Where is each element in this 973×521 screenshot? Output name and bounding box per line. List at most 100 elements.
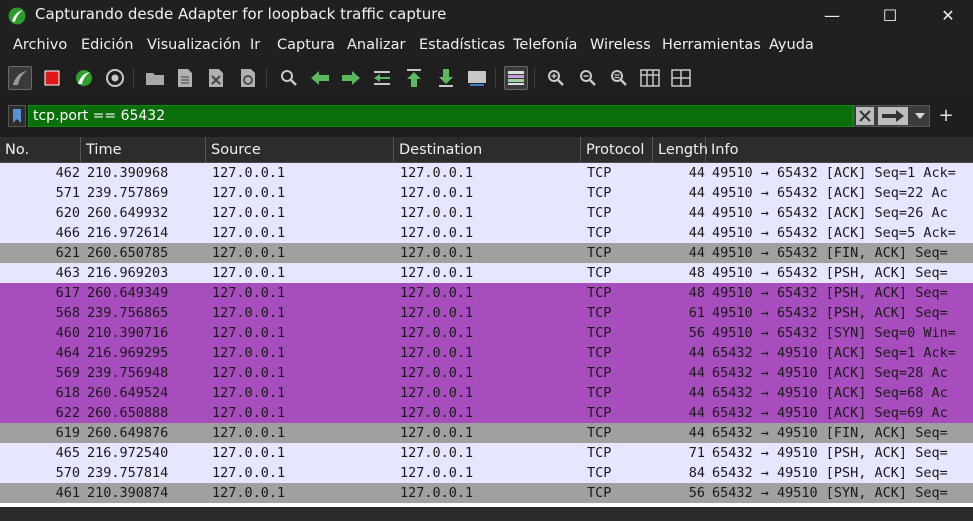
cell-source: 127.0.0.1: [212, 365, 286, 381]
packet-row[interactable]: 570 239.757814 127.0.0.1 127.0.0.1 TCP 84 6543…: [0, 463, 973, 483]
cell-length: 56: [688, 325, 705, 341]
column-header-destination[interactable]: Destination: [394, 137, 581, 162]
menu-ir[interactable]: Ir: [250, 37, 260, 53]
zoom-normal-button[interactable]: [607, 66, 631, 90]
filter-history-dropdown[interactable]: [912, 107, 928, 125]
cell-source: 127.0.0.1: [212, 285, 286, 301]
filter-controls: [853, 105, 930, 127]
menu-captura[interactable]: Captura: [277, 37, 335, 53]
packet-row[interactable]: 466 216.972614 127.0.0.1 127.0.0.1 TCP 44 4951…: [0, 223, 973, 243]
packet-row[interactable]: 569 239.756948 127.0.0.1 127.0.0.1 TCP 44 6543…: [0, 363, 973, 383]
packet-row[interactable]: 460 210.390716 127.0.0.1 127.0.0.1 TCP 56 4951…: [0, 323, 973, 343]
cell-info: 65432 → 49510 [ACK] Seq=1 Ack=: [712, 345, 956, 361]
packet-row[interactable]: 620 260.649932 127.0.0.1 127.0.0.1 TCP 44 4951…: [0, 203, 973, 223]
menu-telefonia[interactable]: Telefonía: [513, 37, 577, 53]
cell-destination: 127.0.0.1: [400, 445, 474, 461]
packet-row[interactable]: 571 239.757869 127.0.0.1 127.0.0.1 TCP 44 4951…: [0, 183, 973, 203]
packet-row[interactable]: 619 260.649876 127.0.0.1 127.0.0.1 TCP 44 6543…: [0, 423, 973, 443]
clear-filter-button[interactable]: [856, 107, 874, 125]
menu-edicion[interactable]: Edición: [81, 37, 133, 53]
cell-no: 464: [55, 345, 80, 361]
packet-row[interactable]: 568 239.756865 127.0.0.1 127.0.0.1 TCP 61 4951…: [0, 303, 973, 323]
add-filter-button[interactable]: +: [938, 105, 954, 127]
save-file-button[interactable]: [173, 66, 197, 90]
menu-analizar[interactable]: Analizar: [347, 37, 406, 53]
resize-columns-button[interactable]: [638, 66, 662, 90]
go-to-packet-button[interactable]: [370, 66, 394, 90]
cell-destination: 127.0.0.1: [400, 425, 474, 441]
cell-info: 49510 → 65432 [ACK] Seq=1 Ack=: [712, 165, 956, 181]
packet-row[interactable]: 617 260.649349 127.0.0.1 127.0.0.1 TCP 48 4951…: [0, 283, 973, 303]
colorize-button[interactable]: [504, 66, 528, 90]
column-header-info[interactable]: Info: [706, 137, 973, 162]
cell-no: 466: [55, 225, 80, 241]
packet-row[interactable]: 462 210.390968 127.0.0.1 127.0.0.1 TCP 44 4951…: [0, 163, 973, 183]
packet-row[interactable]: 464 216.969295 127.0.0.1 127.0.0.1 TCP 44 6543…: [0, 343, 973, 363]
zoom-out-button[interactable]: [576, 66, 600, 90]
open-file-button[interactable]: [143, 66, 167, 90]
cell-protocol: TCP: [587, 205, 612, 221]
bookmark-icon: [13, 109, 21, 123]
bottom-panel-divider[interactable]: [0, 507, 973, 521]
packet-row[interactable]: 622 260.650888 127.0.0.1 127.0.0.1 TCP 44 6543…: [0, 403, 973, 423]
display-filter-input[interactable]: tcp.port == 65432: [28, 105, 853, 127]
packet-row[interactable]: 465 216.972540 127.0.0.1 127.0.0.1 TCP 71 6543…: [0, 443, 973, 463]
column-header-source[interactable]: Source: [206, 137, 394, 162]
cell-info: 65432 → 49510 [SYN, ACK] Seq=: [712, 485, 948, 501]
cell-time: 239.757869: [87, 185, 169, 201]
capture-options-button[interactable]: [103, 66, 127, 90]
packet-row[interactable]: 463 216.969203 127.0.0.1 127.0.0.1 TCP 48 4951…: [0, 263, 973, 283]
menu-herramientas[interactable]: Herramientas: [662, 37, 761, 53]
cell-time: 260.650785: [87, 245, 169, 261]
column-header-time[interactable]: Time: [81, 137, 206, 162]
packet-row[interactable]: 621 260.650785 127.0.0.1 127.0.0.1 TCP 44 4951…: [0, 243, 973, 263]
close-window-button[interactable]: ✕: [925, 0, 971, 30]
zoom-in-icon: [548, 70, 564, 86]
column-header-length[interactable]: Length: [653, 137, 708, 162]
cell-length: 44: [688, 245, 705, 261]
reload-file-button[interactable]: [236, 66, 260, 90]
filter-bookmark-button[interactable]: [8, 105, 26, 127]
cell-no: 569: [55, 365, 80, 381]
cell-destination: 127.0.0.1: [400, 225, 474, 241]
minimize-button[interactable]: —: [809, 0, 855, 30]
menu-archivo[interactable]: Archivo: [13, 37, 67, 53]
zoom-in-button[interactable]: [544, 66, 568, 90]
layout-button[interactable]: [669, 66, 693, 90]
apply-filter-button[interactable]: [878, 107, 908, 125]
cell-info: 49510 → 65432 [SYN] Seq=0 Win=: [712, 325, 956, 341]
go-back-button[interactable]: [308, 66, 332, 90]
restart-capture-icon: [76, 70, 92, 86]
menu-estadisticas[interactable]: Estadísticas: [419, 37, 505, 53]
menu-visualizacion[interactable]: Visualización: [147, 37, 241, 53]
cell-time: 210.390716: [87, 325, 169, 341]
display-filter-bar: tcp.port == 65432 +: [0, 100, 973, 132]
cell-source: 127.0.0.1: [212, 245, 286, 261]
stop-capture-button[interactable]: [40, 66, 64, 90]
packet-row[interactable]: 618 260.649524 127.0.0.1 127.0.0.1 TCP 44 6543…: [0, 383, 973, 403]
column-header-protocol[interactable]: Protocol: [581, 137, 653, 162]
restart-capture-button[interactable]: [72, 66, 96, 90]
packet-list[interactable]: No. Time Source Destination Protocol Len…: [0, 137, 973, 507]
start-capture-button[interactable]: [8, 66, 32, 90]
go-first-button[interactable]: [402, 66, 426, 90]
cell-length: 44: [688, 365, 705, 381]
cell-source: 127.0.0.1: [212, 345, 286, 361]
go-forward-button[interactable]: [339, 66, 363, 90]
cell-info: 65432 → 49510 [ACK] Seq=28 Ac: [712, 365, 948, 381]
maximize-button[interactable]: ☐: [867, 0, 913, 30]
menu-wireless[interactable]: Wireless: [590, 37, 651, 53]
cell-time: 260.649932: [87, 205, 169, 221]
autoscroll-button[interactable]: [465, 66, 489, 90]
cell-info: 49510 → 65432 [PSH, ACK] Seq=: [712, 265, 948, 281]
column-header-no[interactable]: No.: [0, 137, 81, 162]
packet-row[interactable]: 461 210.390874 127.0.0.1 127.0.0.1 TCP 56 6543…: [0, 483, 973, 503]
close-file-button[interactable]: [204, 66, 228, 90]
cell-time: 239.756948: [87, 365, 169, 381]
cell-destination: 127.0.0.1: [400, 205, 474, 221]
zoom-normal-icon: [611, 70, 627, 86]
find-packet-button[interactable]: [277, 66, 301, 90]
cell-destination: 127.0.0.1: [400, 185, 474, 201]
menu-ayuda[interactable]: Ayuda: [769, 37, 814, 53]
go-last-button[interactable]: [434, 66, 458, 90]
